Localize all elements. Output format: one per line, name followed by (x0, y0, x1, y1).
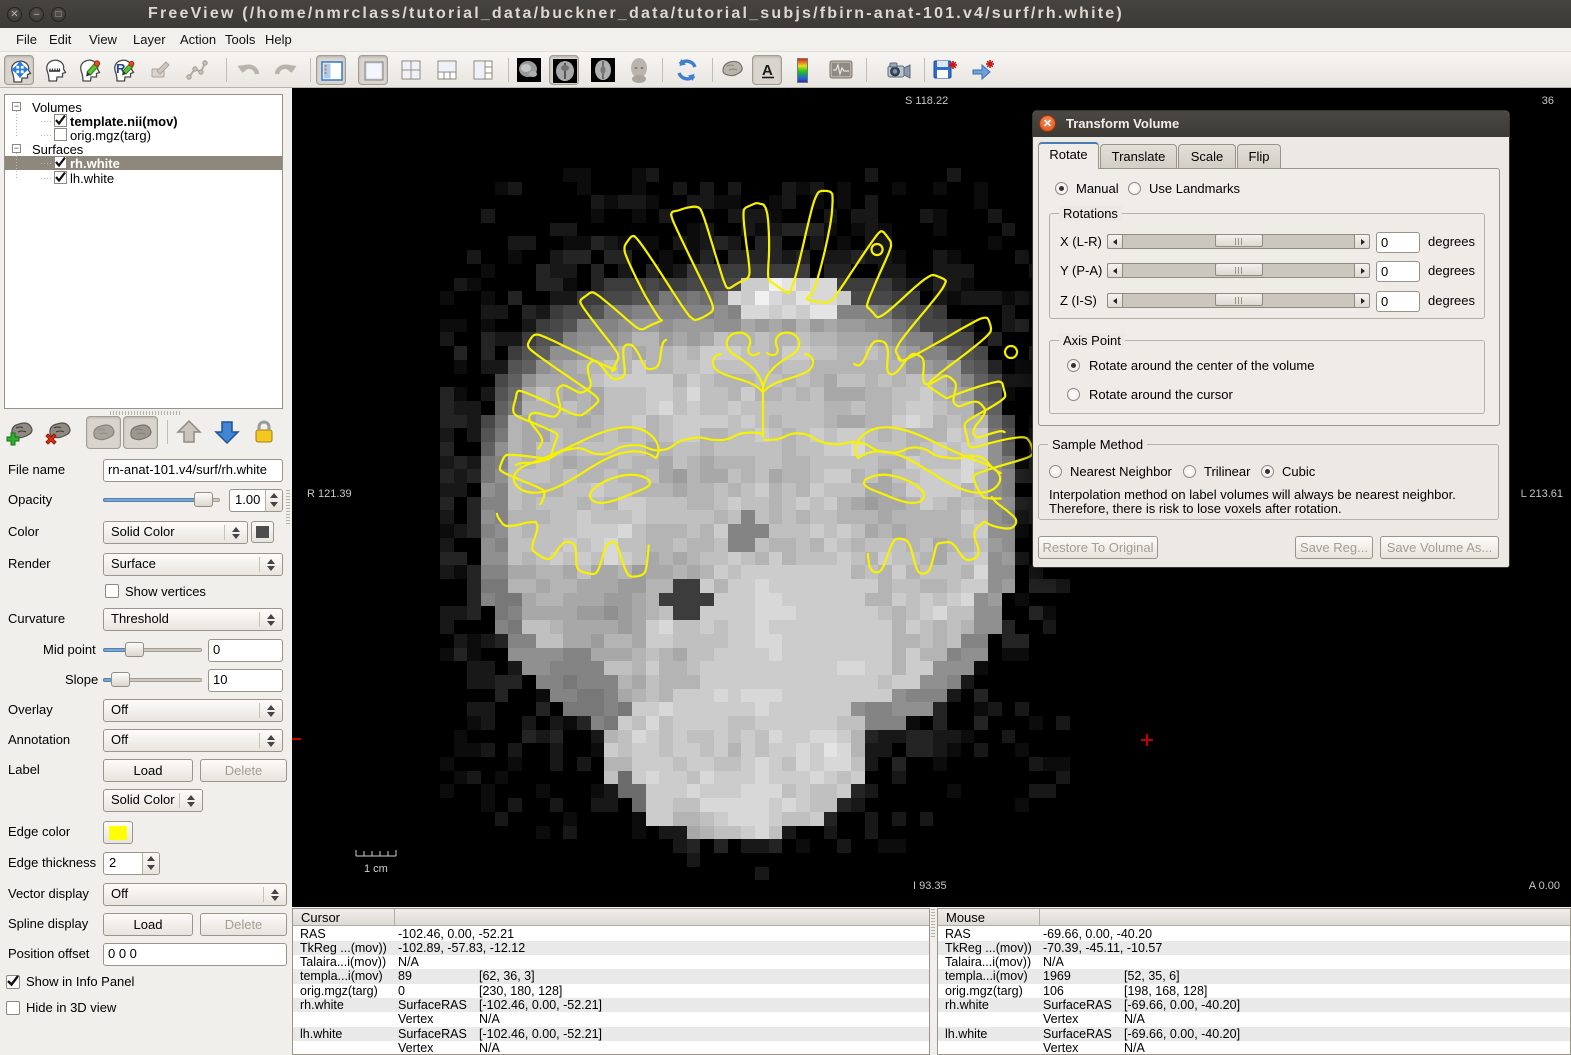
svg-text:A 0.00: A 0.00 (1529, 880, 1560, 892)
svg-text:36: 36 (1542, 95, 1554, 107)
svg-text:I 93.35: I 93.35 (913, 880, 947, 892)
svg-text:1 cm: 1 cm (364, 863, 388, 875)
svg-text:L 213.61: L 213.61 (1521, 488, 1563, 500)
svg-text:S 118.22: S 118.22 (905, 95, 948, 107)
svg-text:A: A (762, 62, 773, 79)
svg-text:R 121.39: R 121.39 (307, 488, 352, 500)
